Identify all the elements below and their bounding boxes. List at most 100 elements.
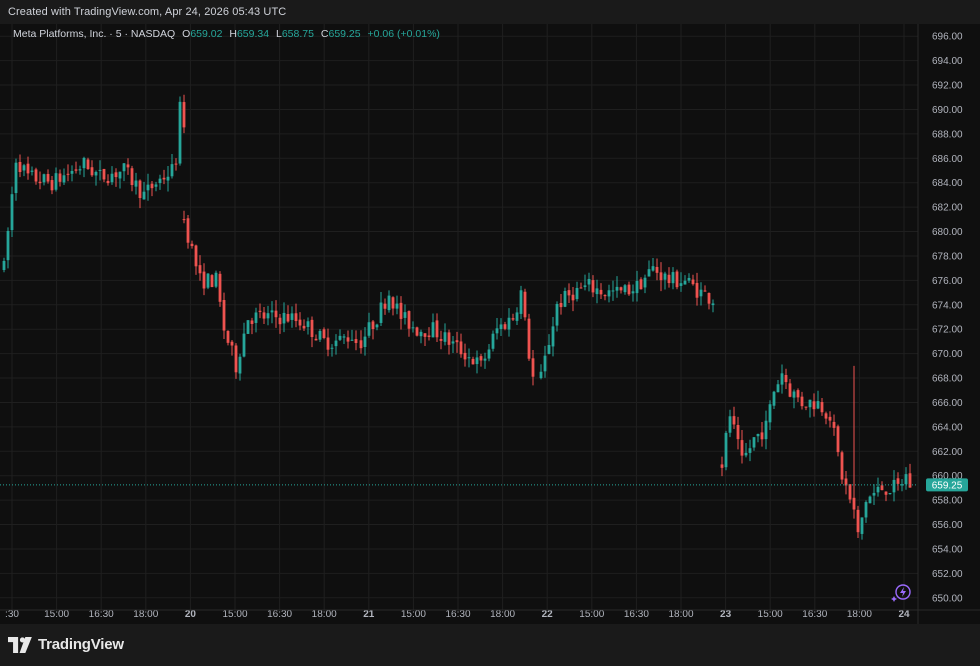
candle xyxy=(487,344,491,362)
tradingview-logo-icon xyxy=(8,636,32,653)
candle-body xyxy=(599,289,603,295)
candle-body xyxy=(643,277,647,288)
candle xyxy=(820,398,824,416)
candle-body xyxy=(904,474,908,485)
candle xyxy=(687,273,691,283)
candle-body xyxy=(752,437,756,448)
y-tick-label: 688.00 xyxy=(932,129,963,140)
flash-icon[interactable] xyxy=(891,584,911,602)
x-tick-label: 15:00 xyxy=(222,609,247,620)
created-with-credit: Created with TradingView.com, Apr 24, 20… xyxy=(8,6,287,18)
candle xyxy=(752,437,756,451)
candle-body xyxy=(186,218,190,243)
candle-body xyxy=(22,165,26,171)
candle-body xyxy=(66,173,70,175)
candle xyxy=(66,164,70,182)
tradingview-chart-page: Created with TradingView.com, Apr 24, 20… xyxy=(0,0,980,666)
candle xyxy=(106,174,110,186)
candle-body xyxy=(322,329,326,339)
candlestick-chart[interactable]: 696.00 694.00 692.00 690.00 688.00 686.00 684.… xyxy=(0,24,980,624)
candle-body xyxy=(234,345,238,373)
candle xyxy=(543,345,547,378)
candle xyxy=(110,166,114,185)
candle xyxy=(900,479,904,492)
candle xyxy=(126,158,130,175)
candle-body xyxy=(407,311,411,329)
candle xyxy=(768,400,772,431)
candle xyxy=(222,292,226,340)
candle-body xyxy=(306,321,310,327)
candle xyxy=(483,352,487,369)
tradingview-logo[interactable]: TradingView xyxy=(8,636,124,653)
candle xyxy=(334,334,338,355)
candle xyxy=(346,330,350,349)
candle-body xyxy=(250,320,254,324)
candle-body xyxy=(154,184,158,187)
candle xyxy=(262,306,266,325)
y-tick-label: 694.00 xyxy=(932,56,963,67)
candle-body xyxy=(756,433,760,437)
candle xyxy=(170,154,174,179)
candle xyxy=(419,329,423,344)
candle-body xyxy=(411,327,415,329)
candle xyxy=(174,158,178,171)
candle-body xyxy=(395,303,399,309)
candle xyxy=(511,313,515,321)
candle-body xyxy=(679,283,683,286)
candle-body xyxy=(262,312,266,319)
candle-body xyxy=(34,169,38,182)
candle xyxy=(631,284,635,302)
candle xyxy=(363,327,367,356)
candle xyxy=(864,500,868,523)
candle xyxy=(495,318,499,340)
candle-body xyxy=(202,271,206,289)
y-tick-label: 666.00 xyxy=(932,398,963,409)
x-tick-label: 18:00 xyxy=(668,609,693,620)
candle-body xyxy=(595,288,599,295)
candle-body xyxy=(575,287,579,300)
candle-body xyxy=(635,280,639,294)
candle xyxy=(130,165,134,192)
candle xyxy=(659,262,663,292)
candle-body xyxy=(892,479,896,493)
candle-body xyxy=(563,290,567,307)
chart-pane[interactable]: 696.00 694.00 692.00 690.00 688.00 686.00 684.… xyxy=(0,24,980,624)
candle xyxy=(186,215,190,249)
candle-body xyxy=(547,344,551,354)
candle-body xyxy=(495,328,499,334)
x-tick-label: 15:00 xyxy=(401,609,426,620)
y-tick-label: 696.00 xyxy=(932,32,963,43)
candle xyxy=(118,171,122,189)
candle xyxy=(784,368,788,390)
candle xyxy=(507,308,511,337)
candle xyxy=(699,282,703,306)
candle xyxy=(872,484,876,505)
candle xyxy=(599,283,603,300)
candle xyxy=(788,378,792,398)
candle-body xyxy=(900,484,904,486)
y-tick-label: 692.00 xyxy=(932,81,963,92)
candle xyxy=(611,280,615,301)
candle xyxy=(350,329,354,342)
candle-body xyxy=(507,317,511,330)
tradingview-logo-text: TradingView xyxy=(38,636,124,653)
candle-body xyxy=(54,173,58,190)
candle xyxy=(74,161,78,174)
candle xyxy=(499,318,503,336)
candle-body xyxy=(6,230,10,261)
candle-body xyxy=(58,173,62,182)
candle-body xyxy=(330,347,334,349)
candle xyxy=(403,304,407,325)
candle xyxy=(651,257,655,272)
candle-body xyxy=(619,287,623,291)
candle-body xyxy=(50,180,54,191)
candle xyxy=(707,292,711,310)
candle-body xyxy=(483,358,487,361)
candle xyxy=(50,176,54,195)
candle-body xyxy=(824,413,828,419)
candle-body xyxy=(804,406,808,408)
candle-body xyxy=(363,336,367,347)
candle xyxy=(595,279,599,304)
candle xyxy=(756,433,760,443)
candle xyxy=(451,335,455,354)
